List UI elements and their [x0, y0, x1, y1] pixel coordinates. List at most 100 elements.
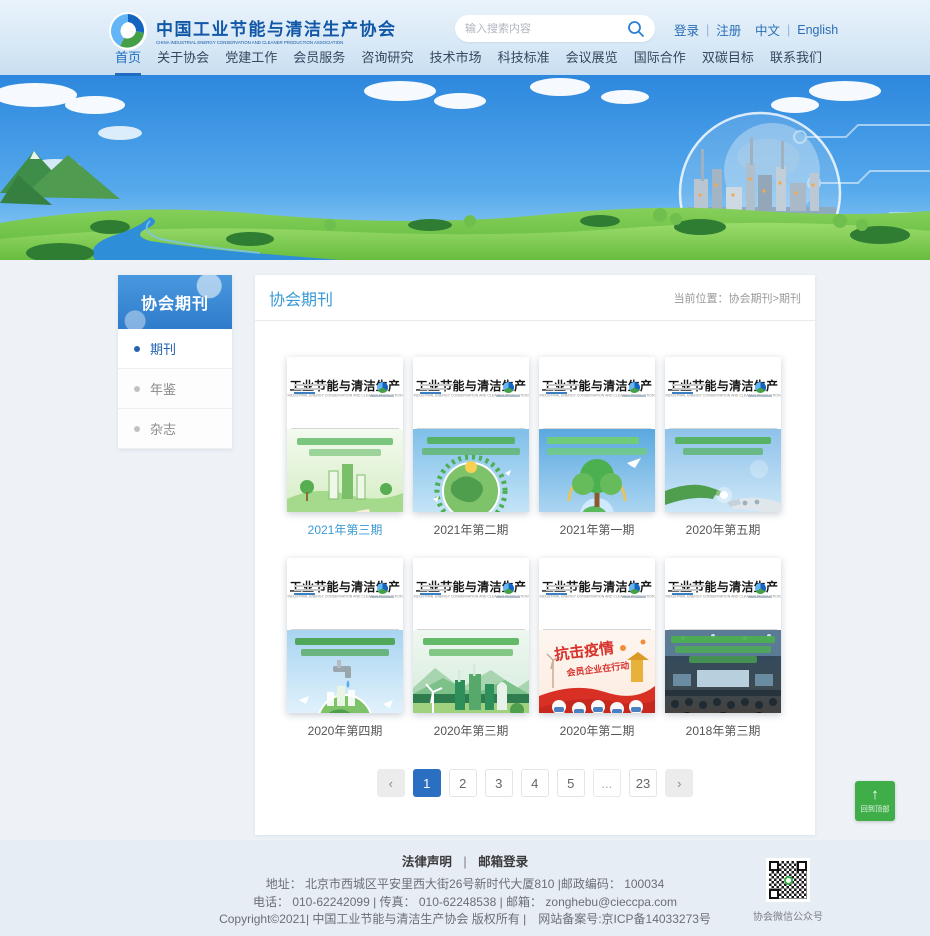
- arrow-up-icon: ↑: [871, 788, 879, 802]
- legal-notice-link[interactable]: 法律声明: [402, 855, 452, 869]
- nav-item-about[interactable]: 关于协会: [157, 45, 209, 75]
- cover-art-conference-photo: [665, 630, 781, 713]
- journal-card[interactable]: 工业节能与清洁生产 INDUSTRIAL ENERGY CONSERVATION…: [287, 357, 403, 538]
- separator: |: [463, 855, 466, 869]
- journal-card[interactable]: 工业节能与清洁生产 INDUSTRIAL ENERGY CONSERVATION…: [539, 558, 655, 739]
- language-links: 中文 | English: [755, 20, 838, 39]
- journal-card[interactable]: 工业节能与清洁生产 INDUSTRIAL ENERGY CONSERVATION…: [287, 558, 403, 739]
- journal-card[interactable]: 工业节能与清洁生产 INDUSTRIAL ENERGY CONSERVATION…: [413, 357, 529, 538]
- back-to-top-button[interactable]: ↑ 回到顶部: [855, 781, 895, 821]
- journal-grid: 工业节能与清洁生产 INDUSTRIAL ENERGY CONSERVATION…: [255, 321, 815, 739]
- journal-label[interactable]: 2021年第二期: [413, 521, 529, 538]
- cover-header: 工业节能与清洁生产 INDUSTRIAL ENERGY CONSERVATION…: [413, 377, 529, 429]
- nav-item-consulting[interactable]: 咨询研究: [361, 45, 413, 75]
- footer: 法律声明 | 邮箱登录 地址： 北京市西城区平安里西大街26号新时代大厦810 …: [0, 840, 930, 936]
- pagination-ellipsis: ...: [593, 769, 621, 797]
- journal-cover[interactable]: 工业节能与清洁生产 INDUSTRIAL ENERGY CONSERVATION…: [413, 357, 529, 512]
- journal-cover[interactable]: 工业节能与清洁生产 INDUSTRIAL ENERGY CONSERVATION…: [665, 558, 781, 713]
- search-input[interactable]: [465, 23, 627, 35]
- mail-login-link[interactable]: 邮箱登录: [478, 855, 528, 869]
- cover-art-pandemic-fight: 抗击疫情 会员企业在行动: [539, 630, 655, 713]
- lang-english-link[interactable]: English: [797, 23, 838, 37]
- bullet-icon: [134, 346, 140, 352]
- journal-label[interactable]: 2021年第三期: [287, 521, 403, 538]
- cover-header: 工业节能与清洁生产 INDUSTRIAL ENERGY CONSERVATION…: [287, 578, 403, 630]
- page-title: 协会期刊: [269, 286, 333, 310]
- nav-item-conference[interactable]: 会议展览: [566, 45, 618, 75]
- journal-label[interactable]: 2021年第一期: [539, 521, 655, 538]
- nav-item-member[interactable]: 会员服务: [293, 45, 345, 75]
- pagination-page-3[interactable]: 3: [485, 769, 513, 797]
- cover-art-tree-globe: [539, 429, 655, 512]
- journal-card[interactable]: 工业节能与清洁生产 INDUSTRIAL ENERGY CONSERVATION…: [413, 558, 529, 739]
- nav-item-tech-market[interactable]: 技术市场: [429, 45, 481, 75]
- journal-label[interactable]: 2020年第二期: [539, 722, 655, 739]
- logo-text: 中国工业节能与清洁生产协会 CHINA INDUSTRIAL ENERGY CO…: [156, 15, 458, 48]
- cover-header: 工业节能与清洁生产 INDUSTRIAL ENERGY CONSERVATION…: [539, 578, 655, 630]
- journal-cover[interactable]: 工业节能与清洁生产 INDUSTRIAL ENERGY CONSERVATION…: [287, 558, 403, 713]
- journal-cover[interactable]: 工业节能与清洁生产 INDUSTRIAL ENERGY CONSERVATION…: [413, 558, 529, 713]
- separator: |: [787, 23, 790, 37]
- pagination-page-23[interactable]: 23: [629, 769, 657, 797]
- cover-art-green-city: [287, 429, 403, 512]
- sidebar-item-yearbook[interactable]: 年鉴: [118, 369, 232, 409]
- cover-header: 工业节能与清洁生产 INDUSTRIAL ENERGY CONSERVATION…: [413, 578, 529, 630]
- journal-cover[interactable]: 工业节能与清洁生产 INDUSTRIAL ENERGY CONSERVATION…: [665, 357, 781, 512]
- breadcrumb: 当前位置：协会期刊>期刊: [674, 290, 801, 306]
- nav-item-dual-carbon[interactable]: 双碳目标: [702, 45, 754, 75]
- content-panel: 协会期刊 当前位置：协会期刊>期刊 工业节能与清洁生产 INDUSTRIAL E…: [255, 275, 815, 835]
- panel-header: 协会期刊 当前位置：协会期刊>期刊: [255, 275, 815, 321]
- journal-label[interactable]: 2020年第五期: [665, 521, 781, 538]
- auth-links: 登录 | 注册: [674, 20, 741, 39]
- page: 中国工业节能与清洁生产协会 CHINA INDUSTRIAL ENERGY CO…: [0, 0, 930, 936]
- pagination: ‹ 1 2 3 4 5 ... 23 ›: [255, 769, 815, 797]
- nav-item-international[interactable]: 国际合作: [634, 45, 686, 75]
- journal-card[interactable]: 工业节能与清洁生产 INDUSTRIAL ENERGY CONSERVATION…: [665, 558, 781, 739]
- sidebar-item-journal[interactable]: 期刊: [118, 329, 232, 369]
- nav-item-contact[interactable]: 联系我们: [770, 45, 822, 75]
- cover-header: 工业节能与清洁生产 INDUSTRIAL ENERGY CONSERVATION…: [287, 377, 403, 429]
- cover-header: 工业节能与清洁生产 INDUSTRIAL ENERGY CONSERVATION…: [539, 377, 655, 429]
- separator: |: [706, 23, 709, 37]
- cover-art-eco-factory: [413, 630, 529, 713]
- journal-cover[interactable]: 工业节能与清洁生产 INDUSTRIAL ENERGY CONSERVATION…: [539, 558, 655, 713]
- search-icon[interactable]: [627, 20, 645, 38]
- journal-label[interactable]: 2020年第四期: [287, 722, 403, 739]
- journal-cover[interactable]: 工业节能与清洁生产 INDUSTRIAL ENERGY CONSERVATION…: [287, 357, 403, 512]
- cover-art-faucet-earth: [287, 630, 403, 713]
- cover-header: 工业节能与清洁生产 INDUSTRIAL ENERGY CONSERVATION…: [665, 377, 781, 429]
- nav-item-home[interactable]: 首页: [115, 45, 141, 75]
- bullet-icon: [134, 386, 140, 392]
- journal-cover[interactable]: 工业节能与清洁生产 INDUSTRIAL ENERGY CONSERVATION…: [539, 357, 655, 512]
- sidebar: 协会期刊 期刊 年鉴 杂志: [118, 275, 232, 449]
- pagination-prev-button[interactable]: ‹: [377, 769, 405, 797]
- main-nav: 首页 关于协会 党建工作 会员服务 咨询研究 技术市场 科技标准 会议展览 国际…: [115, 45, 822, 75]
- journal-card[interactable]: 工业节能与清洁生产 INDUSTRIAL ENERGY CONSERVATION…: [665, 357, 781, 538]
- wechat-qr-code: [766, 858, 810, 902]
- qr-code-label: 协会微信公众号: [742, 908, 834, 923]
- banner-landscape-illustration: [0, 75, 930, 260]
- pagination-page-1[interactable]: 1: [413, 769, 441, 797]
- org-name-cn: 中国工业节能与清洁生产协会: [156, 15, 458, 40]
- cover-art-green-earth: [413, 429, 529, 512]
- bullet-icon: [134, 426, 140, 432]
- sidebar-title: 协会期刊: [118, 275, 232, 329]
- search-bar[interactable]: [455, 15, 655, 42]
- lang-chinese-link[interactable]: 中文: [755, 20, 780, 39]
- login-link[interactable]: 登录: [674, 20, 699, 39]
- journal-card[interactable]: 工业节能与清洁生产 INDUSTRIAL ENERGY CONSERVATION…: [539, 357, 655, 538]
- pagination-next-button[interactable]: ›: [665, 769, 693, 797]
- pagination-page-2[interactable]: 2: [449, 769, 477, 797]
- nav-item-standards[interactable]: 科技标准: [498, 45, 550, 75]
- journal-label[interactable]: 2020年第三期: [413, 722, 529, 739]
- header: 中国工业节能与清洁生产协会 CHINA INDUSTRIAL ENERGY CO…: [0, 0, 930, 75]
- cover-art-hands: [665, 429, 781, 512]
- pagination-page-4[interactable]: 4: [521, 769, 549, 797]
- journal-label[interactable]: 2018年第三期: [665, 722, 781, 739]
- pagination-page-5[interactable]: 5: [557, 769, 585, 797]
- sidebar-item-magazine[interactable]: 杂志: [118, 409, 232, 449]
- register-link[interactable]: 注册: [716, 20, 741, 39]
- hero-banner: [0, 75, 930, 260]
- nav-item-party[interactable]: 党建工作: [225, 45, 277, 75]
- cover-header: 工业节能与清洁生产 INDUSTRIAL ENERGY CONSERVATION…: [665, 578, 781, 630]
